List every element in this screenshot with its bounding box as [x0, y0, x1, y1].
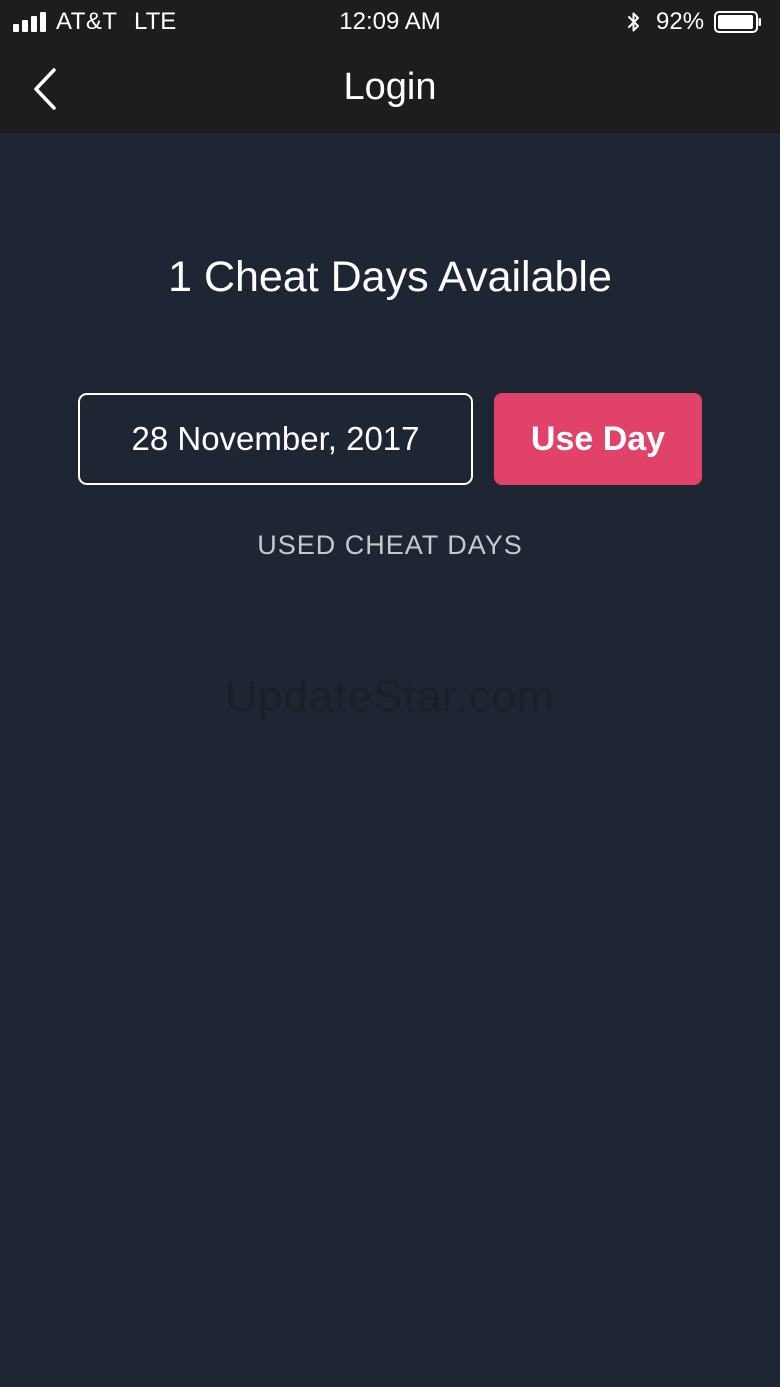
battery-icon [714, 11, 761, 33]
use-day-label: Use Day [530, 419, 666, 458]
nav-bar: Login [0, 44, 780, 133]
used-cheat-days-label: USED CHEAT DAYS [257, 530, 523, 560]
status-bar: AT&T LTE 12:09 AM 92% [0, 0, 780, 44]
cheat-days-available-heading: 1 Cheat Days Available [168, 253, 612, 301]
page-title: Login [343, 66, 437, 108]
battery-percent: 92% [656, 8, 705, 35]
date-value: 28 November, 2017 [131, 420, 420, 457]
bluetooth-icon [628, 12, 639, 32]
date-picker-field[interactable]: 28 November, 2017 [78, 393, 473, 485]
watermark: UpdateStar.com [225, 672, 555, 721]
use-day-button[interactable]: Use Day [494, 393, 702, 485]
top-bar: AT&T LTE 12:09 AM 92% Login [0, 0, 780, 133]
